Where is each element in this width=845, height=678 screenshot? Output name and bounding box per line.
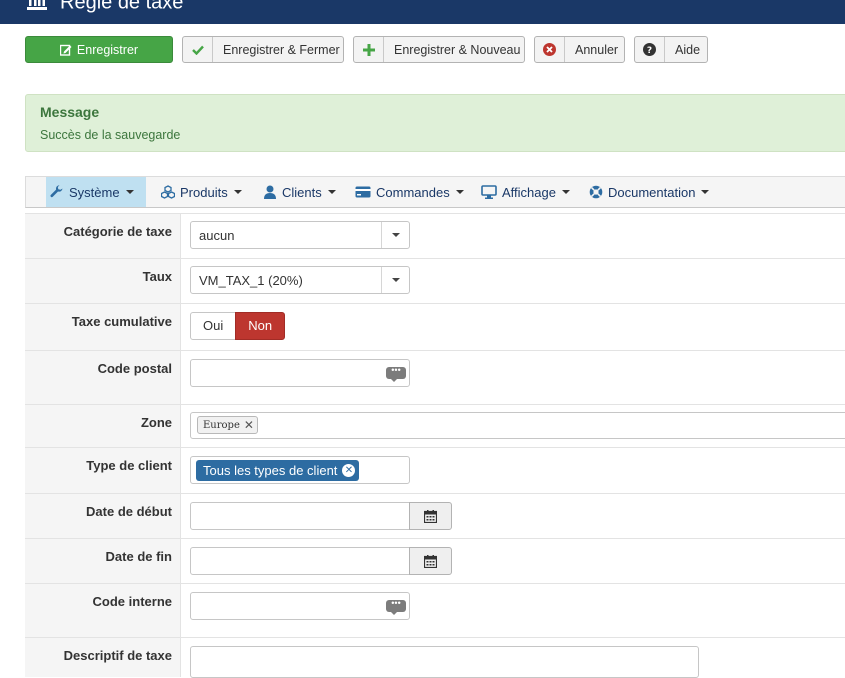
client-type-chip: Tous les types de client ✕ [196, 460, 360, 481]
svg-text:?: ? [647, 46, 652, 56]
admin-menu-bar: Système Produits Clients Commandes Affic… [25, 176, 845, 208]
save-button-label: Enregistrer [76, 42, 139, 57]
menu-documentation[interactable]: Documentation [585, 177, 713, 207]
field-label: Zone [25, 405, 181, 447]
comment-icon: ••• [386, 366, 406, 382]
form-row-cumulative: Taxe cumulative [25, 303, 845, 350]
save-close-button[interactable]: Enregistrer & Fermer [182, 36, 344, 63]
zone-chip-label: Europe [203, 419, 240, 431]
calendar-icon [424, 509, 437, 523]
field-label: Date de fin [25, 539, 181, 583]
comment-icon: ••• [386, 599, 406, 615]
menu-clients-label: Clients [282, 184, 322, 200]
tax-category-select[interactable]: aucun [190, 221, 410, 249]
menu-commandes[interactable]: Commandes [351, 177, 468, 207]
menu-produits[interactable]: Produits [157, 177, 246, 207]
cancel-button-label: Annuler [575, 42, 619, 57]
success-alert: Message Succès de la sauvegarde [25, 94, 845, 152]
page-title: Règle de taxe [60, 0, 184, 14]
menu-produits-label: Produits [180, 184, 228, 200]
end-date-calendar-button[interactable] [409, 547, 452, 575]
postal-code-input[interactable]: ••• [190, 359, 410, 387]
credit-card-icon [355, 185, 371, 199]
toggle-yes[interactable]: Oui [190, 312, 237, 340]
chevron-down-icon [233, 190, 242, 194]
end-date-input[interactable] [190, 547, 411, 575]
field-label: Taxe cumulative [25, 304, 181, 350]
save-button[interactable]: Enregistrer [25, 36, 173, 63]
field-label: Taux [25, 259, 181, 303]
chevron-down-icon [381, 222, 409, 248]
menu-affichage-label: Affichage [502, 184, 556, 200]
menu-systeme-label: Système [69, 184, 120, 200]
internal-code-input[interactable]: ••• [190, 592, 410, 620]
menu-documentation-label: Documentation [608, 184, 696, 200]
chevron-down-icon [561, 190, 570, 194]
alert-heading: Message [40, 104, 100, 120]
monitor-icon [481, 185, 497, 199]
field-label: Type de client [25, 448, 181, 493]
field-label: Descriptif de taxe [25, 638, 181, 677]
chevron-down-icon [125, 190, 134, 194]
menu-commandes-label: Commandes [376, 184, 450, 200]
select-value: aucun [199, 228, 235, 243]
save-new-button[interactable]: Enregistrer & Nouveau [353, 36, 525, 63]
chevron-down-icon [327, 190, 336, 194]
bank-icon [26, 0, 48, 17]
form-row-code-postal: Code postal [25, 350, 845, 404]
field-label: Code postal [25, 351, 181, 404]
form-row-code-interne: Code interne [25, 583, 845, 637]
toggle-no[interactable]: Non [235, 312, 286, 340]
client-type-multiselect[interactable]: Tous les types de client ✕ [190, 456, 410, 484]
check-icon [183, 37, 213, 62]
menu-affichage[interactable]: Affichage [477, 177, 574, 207]
zone-multiselect[interactable]: Europe ✕ [190, 412, 845, 439]
close-icon[interactable]: ✕ [342, 464, 356, 477]
plus-icon [354, 37, 384, 62]
start-date-calendar-button[interactable] [409, 502, 452, 530]
zone-chip: Europe ✕ [197, 416, 258, 434]
calendar-icon [424, 554, 437, 568]
chevron-down-icon [381, 267, 409, 293]
help-button-label: Aide [675, 42, 701, 57]
menu-systeme[interactable]: Système [46, 177, 146, 207]
field-label: Date de début [25, 494, 181, 538]
form-row-categorie: Catégorie de taxe [25, 213, 845, 258]
alert-text: Succès de la sauvegarde [40, 128, 181, 142]
form-row-type-client: Type de client [25, 447, 845, 493]
cubes-icon [161, 185, 175, 199]
field-label: Code interne [25, 584, 181, 637]
cancel-button[interactable]: Annuler [534, 36, 625, 63]
user-icon [263, 185, 277, 199]
form-row-taux: Taux [25, 258, 845, 303]
client-type-chip-label: Tous les types de client [203, 463, 338, 478]
tax-rate-select[interactable]: VM_TAX_1 (20%) [190, 266, 410, 294]
start-date-input[interactable] [190, 502, 411, 530]
cancel-icon [535, 37, 565, 62]
save-close-button-label: Enregistrer & Fermer [223, 42, 340, 57]
select-value: VM_TAX_1 (20%) [199, 273, 303, 288]
help-icon: ? [635, 37, 665, 62]
field-label: Catégorie de taxe [25, 214, 181, 258]
help-button[interactable]: ? Aide [634, 36, 708, 63]
close-icon[interactable]: ✕ [244, 418, 254, 432]
page-header: Règle de taxe [0, 0, 845, 24]
tax-description-textarea[interactable] [190, 646, 699, 678]
chevron-down-icon [701, 190, 710, 194]
lifebuoy-icon [589, 185, 603, 199]
chevron-down-icon [455, 190, 464, 194]
menu-clients[interactable]: Clients [259, 177, 340, 207]
save-new-button-label: Enregistrer & Nouveau [394, 42, 521, 57]
cumulative-toggle: Oui Non [190, 312, 286, 340]
wrench-icon [50, 185, 64, 199]
edit-icon [59, 44, 72, 56]
